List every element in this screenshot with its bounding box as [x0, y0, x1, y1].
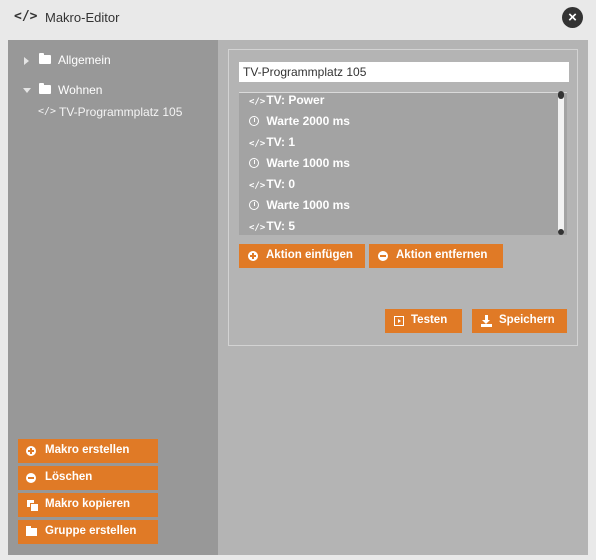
download-icon — [481, 315, 493, 327]
close-icon: × — [568, 9, 577, 26]
play-icon — [394, 316, 404, 326]
close-button[interactable]: × — [562, 7, 583, 28]
code-icon: </> — [38, 106, 57, 117]
action-item[interactable]: </> TV: Power — [249, 93, 324, 113]
code-icon: </> — [249, 139, 266, 149]
create-macro-button[interactable]: Makro erstellen — [18, 439, 158, 463]
save-button[interactable]: Speichern — [472, 309, 567, 333]
action-list-scrollbar[interactable] — [558, 91, 564, 235]
scrollbar-end — [558, 229, 564, 235]
remove-action-button[interactable]: Aktion entfernen — [369, 244, 503, 268]
clock-icon — [249, 158, 259, 168]
tree-item-tv-programmplatz-105[interactable]: </> TV-Programmplatz 105 — [8, 103, 218, 123]
insert-action-button[interactable]: Aktion einfügen — [239, 244, 365, 268]
tree-item-label: TV-Programmplatz 105 — [59, 105, 183, 119]
action-item[interactable]: Warte 1000 ms — [249, 156, 350, 176]
test-button[interactable]: Testen — [385, 309, 462, 333]
action-item[interactable]: Warte 2000 ms — [249, 114, 350, 134]
scrollbar-thumb[interactable] — [558, 91, 564, 99]
action-item[interactable]: Warte 1000 ms — [249, 198, 350, 218]
action-item[interactable]: </> TV: 5 — [249, 219, 295, 235]
plus-circle-icon — [248, 251, 258, 261]
action-item[interactable]: </> TV: 0 — [249, 177, 295, 197]
delete-button[interactable]: Löschen — [18, 466, 158, 490]
tree-item-label: Allgemein — [58, 53, 111, 67]
code-icon: </> — [249, 223, 266, 233]
clock-icon — [249, 116, 259, 126]
code-icon: </> — [14, 9, 38, 24]
copy-macro-button[interactable]: Makro kopieren — [18, 493, 158, 517]
chevron-right-icon[interactable] — [24, 57, 29, 65]
sidebar: Allgemein Wohnen </> TV-Programmplatz 10… — [8, 40, 218, 555]
macro-edit-panel: </> TV: Power Warte 2000 ms </> TV: 1 Wa… — [228, 49, 578, 346]
minus-circle-icon — [26, 473, 36, 483]
macro-name-input[interactable] — [239, 62, 569, 82]
tree-item-label: Wohnen — [58, 83, 103, 97]
title-bar: </> Makro-Editor × — [0, 0, 596, 36]
code-icon: </> — [249, 97, 266, 107]
tree-item-allgemein[interactable]: Allgemein — [8, 51, 218, 71]
action-list[interactable]: </> TV: Power Warte 2000 ms </> TV: 1 Wa… — [239, 92, 567, 235]
clock-icon — [249, 200, 259, 210]
copy-icon — [26, 499, 39, 512]
action-item[interactable]: </> TV: 1 — [249, 135, 295, 155]
code-icon: </> — [249, 181, 266, 191]
chevron-down-icon[interactable] — [23, 88, 31, 93]
window-title: Makro-Editor — [45, 10, 120, 25]
plus-circle-icon — [26, 446, 36, 456]
folder-icon — [39, 83, 51, 94]
folder-icon — [26, 526, 37, 536]
minus-circle-icon — [378, 251, 388, 261]
macro-editor-dialog: Allgemein Wohnen </> TV-Programmplatz 10… — [8, 40, 588, 555]
folder-icon — [39, 53, 51, 64]
tree-item-wohnen[interactable]: Wohnen — [8, 81, 218, 101]
create-group-button[interactable]: Gruppe erstellen — [18, 520, 158, 544]
